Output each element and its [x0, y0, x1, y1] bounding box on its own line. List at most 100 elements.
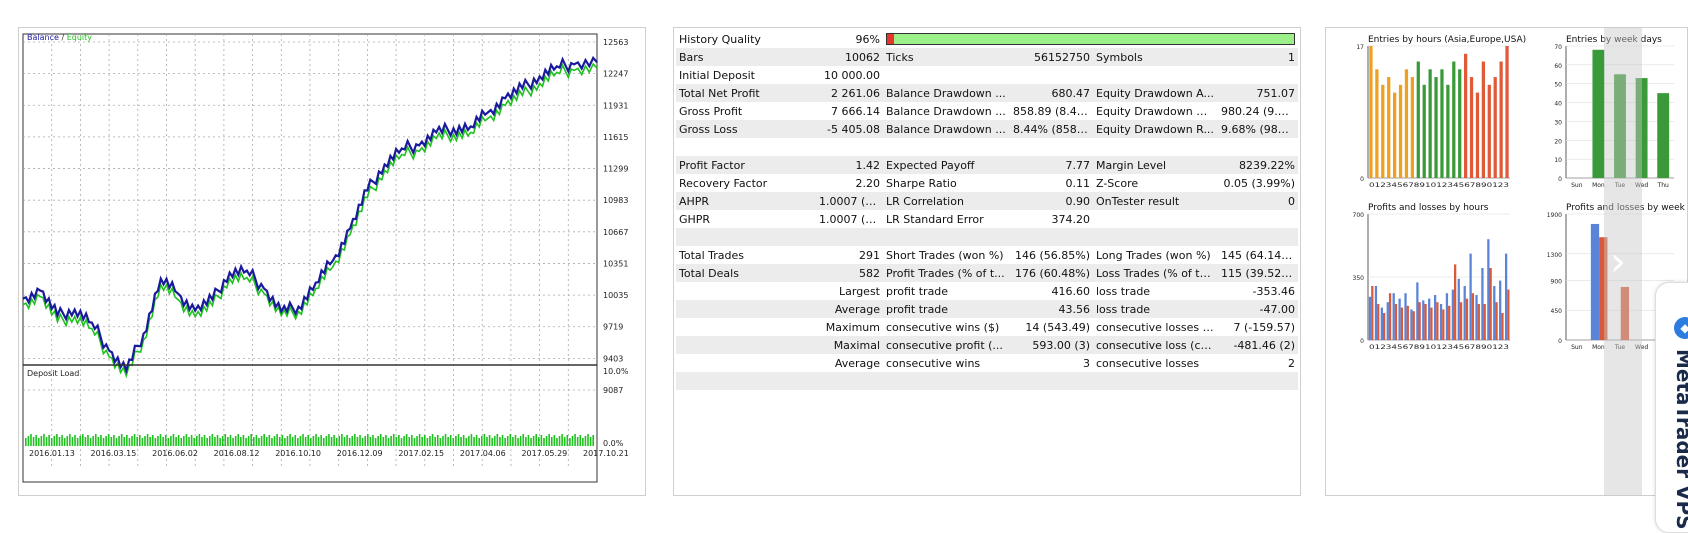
deposit-load-bar: [566, 435, 569, 446]
deposit-load-bar: [289, 434, 291, 446]
stats-value: [1218, 228, 1298, 246]
deposit-load-bar: [133, 434, 136, 446]
deposit-load-bar: [56, 434, 58, 446]
deposit-load-bar: [392, 434, 395, 446]
deposit-load-tick: 0.0%: [603, 439, 624, 448]
y-tick-label: 10035: [603, 291, 628, 300]
y-tick-label: 9403: [603, 354, 623, 363]
stats-label: AHPR: [676, 192, 816, 210]
x-tick-label: Sun: [1571, 344, 1583, 351]
stats-row: Total Trades 291 Short Trades (won %) 146 (…: [676, 246, 1298, 264]
distribution-bar: [1483, 304, 1486, 340]
deposit-load-bar: [405, 434, 408, 446]
stats-value: 0.05 (3.99%): [1223, 176, 1295, 190]
x-tick-label: 2016.06.02: [152, 449, 198, 458]
deposit-load-bar: [281, 435, 284, 446]
stats-label: [883, 372, 1010, 390]
deposit-load-bar: [377, 436, 379, 446]
distribution-bar: [1504, 253, 1508, 340]
y-tick-label: 17: [1356, 44, 1364, 51]
deposit-load-bar: [170, 436, 172, 446]
stats-row: Bars 10062 Ticks 56152750 Symbols 1: [676, 48, 1298, 66]
deposit-load-bar: [50, 438, 53, 446]
x-tick-label: 2016.01.13: [29, 449, 75, 458]
history-quality-bar-cell: [883, 30, 1298, 48]
stats-row: Average consecutive wins 3 consecutive loss…: [676, 354, 1298, 372]
deposit-load-bar: [343, 437, 346, 446]
y-tick-label: 0: [1360, 338, 1364, 345]
x-tick-label: 2017.05.29: [521, 449, 567, 458]
deposit-load-bar: [271, 438, 273, 446]
distribution-bar: [1382, 313, 1386, 340]
deposit-load-bar: [216, 435, 219, 446]
stats-label: Gross Profit: [679, 104, 743, 118]
distribution-bar: [1495, 302, 1498, 340]
stats-value: 7 (-159.57): [1233, 320, 1295, 334]
deposit-load-bar: [123, 437, 126, 446]
y-tick-label: 9087: [603, 386, 623, 395]
distribution-bar: [1590, 223, 1600, 340]
stats-value: 2 261.06: [816, 84, 883, 102]
distribution-bar: [1386, 302, 1389, 340]
distribution-bar: [1410, 77, 1415, 178]
deposit-load-bar: [232, 438, 234, 446]
distribution-bar: [1369, 46, 1373, 178]
deposit-load-bar: [315, 434, 317, 446]
balance-equity-chart-panel: 12563 12247 11931 11615 11299 10983 10667 10351…: [18, 27, 646, 496]
deposit-load-bar: [506, 436, 509, 446]
deposit-load-bar: [473, 437, 475, 446]
distribution-bar: [1458, 69, 1462, 178]
deposit-load-bar: [146, 434, 149, 446]
distribution-bar: [1452, 61, 1456, 178]
deposit-load-bar: [40, 436, 43, 446]
deposit-load-bar: [579, 435, 582, 446]
distribution-bar: [1657, 93, 1670, 178]
deposit-load-bar: [94, 434, 97, 446]
deposit-load-bar: [584, 436, 587, 446]
deposit-load-bar: [58, 437, 61, 446]
deposit-load-bar: [403, 436, 405, 446]
deposit-load-bar: [154, 438, 157, 446]
y-tick-label: 50: [1554, 82, 1562, 89]
deposit-load-bar: [322, 438, 325, 446]
deposit-load-bar: [522, 434, 525, 446]
stats-label: consecutive wins ($): [886, 320, 1000, 334]
x-axis-label: 0123456789101234567890123: [1369, 343, 1509, 351]
distribution-bar: [1445, 293, 1449, 340]
deposit-load-bar: [335, 438, 338, 446]
deposit-load-tick: 10.0%: [603, 367, 629, 376]
distribution-bar: [1404, 293, 1407, 340]
x-tick-label: 2017.02.15: [398, 449, 444, 458]
distribution-bar: [1481, 268, 1484, 340]
x-tick-label: Sun: [1571, 182, 1583, 189]
stats-row: [676, 138, 1298, 156]
stats-row: Maximal consecutive profit (... 593.00 (3)…: [676, 336, 1298, 354]
deposit-load-bar: [211, 434, 214, 446]
scroll-right-button[interactable]: ›: [1604, 27, 1642, 496]
deposit-load-bar: [208, 436, 211, 446]
metatrader-vps-widget[interactable]: ◆ MetaTrader VPS: [1655, 282, 1688, 533]
y-tick-label: 1900: [1547, 212, 1562, 219]
deposit-load-bar: [449, 435, 452, 446]
deposit-load-bar: [475, 435, 478, 446]
deposit-load-bar: [589, 437, 592, 446]
deposit-load-bar: [97, 437, 100, 446]
deposit-load-bar: [558, 436, 561, 446]
deposit-load-bar: [224, 434, 227, 446]
deposit-load-bar: [128, 438, 131, 446]
distribution-bar: [1459, 302, 1463, 340]
deposit-load-bar: [512, 437, 514, 446]
deposit-load-bar: [299, 436, 302, 446]
deposit-load-bar: [436, 435, 439, 446]
deposit-load-bar: [87, 435, 89, 446]
deposit-load-bar: [462, 435, 465, 446]
deposit-load-bar: [550, 437, 553, 446]
y-tick-label: 11299: [603, 165, 628, 174]
deposit-load-bar: [66, 436, 69, 446]
stats-label: Ticks: [883, 48, 1010, 66]
deposit-load-bar: [395, 437, 398, 446]
stats-label: [1093, 210, 1218, 228]
distribution-bar: [1392, 92, 1397, 178]
deposit-load-bar: [530, 438, 532, 446]
deposit-load-bar: [76, 438, 79, 446]
